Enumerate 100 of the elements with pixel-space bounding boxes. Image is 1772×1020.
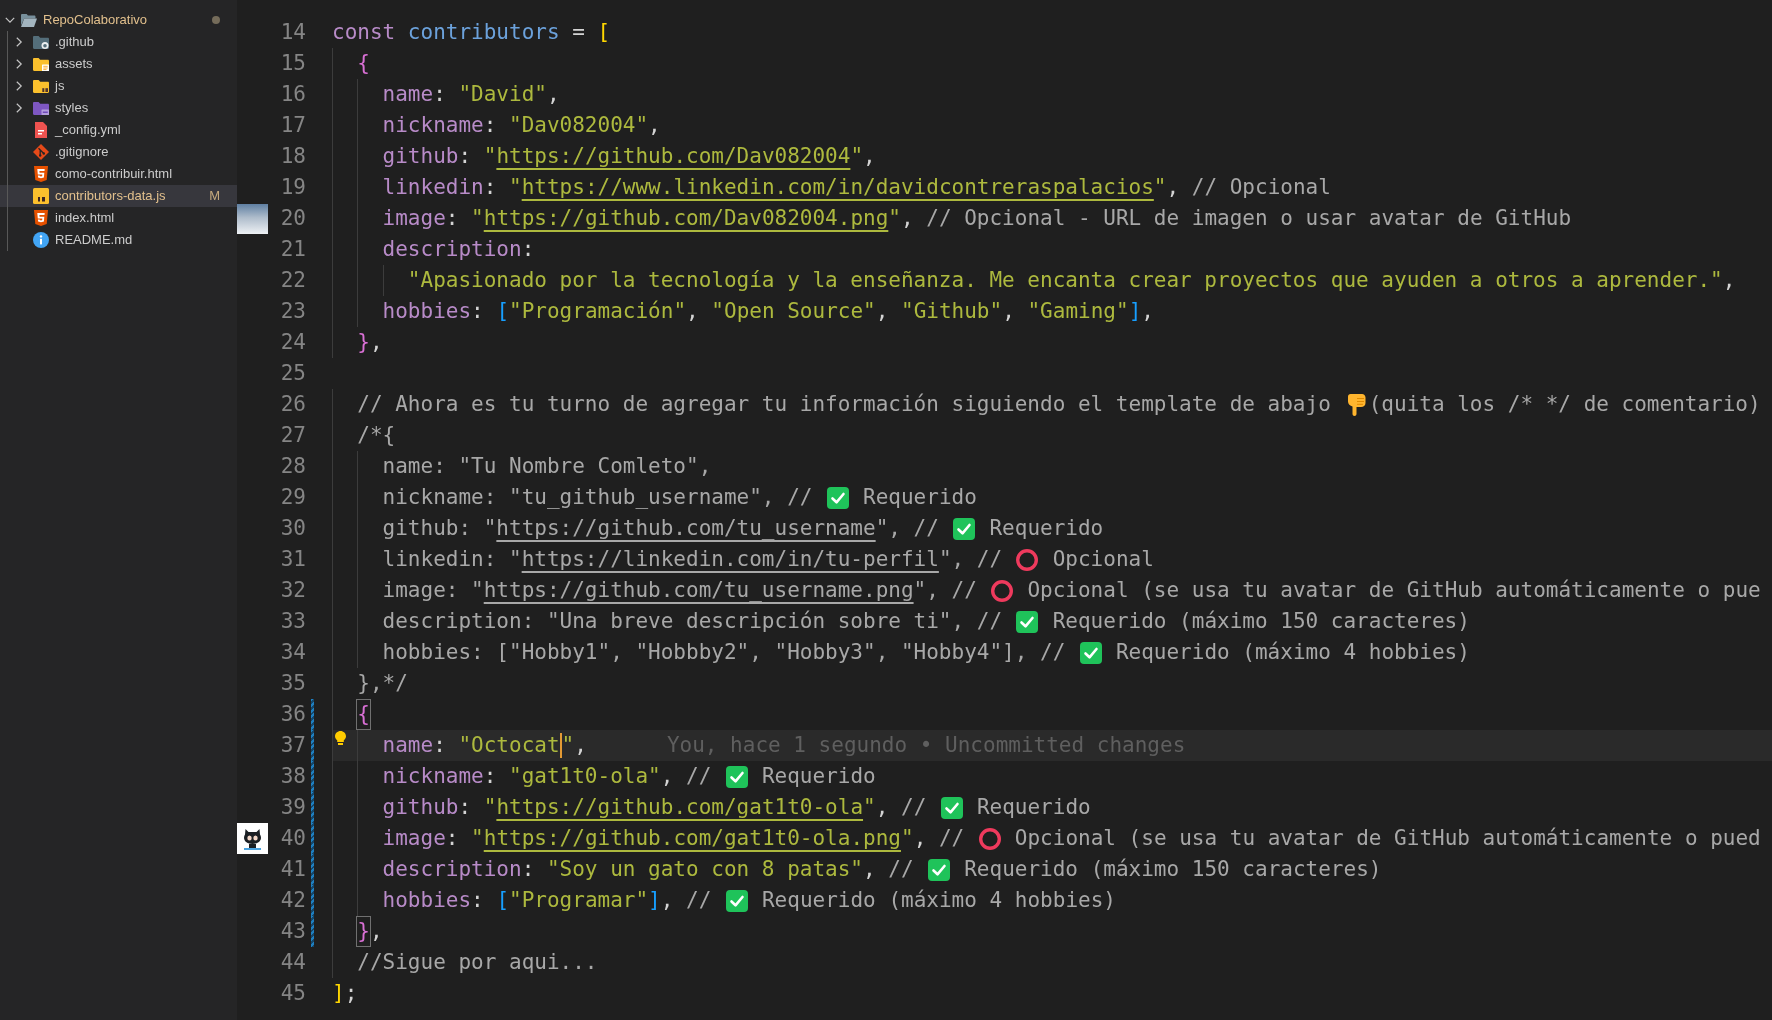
code-text: name: "Tu Nombre Comleto", [382,453,712,480]
line-number: 37 [280,732,306,759]
hand-pointing-down-icon [1345,393,1368,416]
code-text: ", // [938,546,1003,573]
line-number: 18 [280,143,306,170]
code-text: Requerido [863,484,977,511]
check-icon [940,796,963,819]
line-number: 28 [280,453,306,480]
code-text: linkedin: " [382,546,522,573]
code-text: },*/ [357,670,408,697]
url-link[interactable]: https://github.com/Dav082004.png [483,203,889,234]
line-number: 35 [280,670,306,697]
code-text: Opcional [1052,546,1154,573]
code-text: (quita los /* */ de comentario) [1368,391,1761,418]
line-number: 30 [280,515,306,542]
check-icon [1016,610,1039,633]
tree-item[interactable]: js [0,75,237,97]
line-number: 14 [280,19,306,46]
code-text: github: " [382,794,497,821]
code-text: //Sigue por aqui... [357,949,598,976]
code-text: hobbies: ["Programar"], // [382,887,712,914]
tree-item[interactable]: .github [0,31,237,53]
code-text: // Ahora es tu turno de agregar tu información siguiendo el template de abajo [357,391,1331,418]
document-icon [34,122,47,138]
git-status-letter: M [209,187,220,206]
code-text: }, [357,916,383,947]
code-text: ]; [332,980,358,1007]
code-text: Requerido (máximo 4 hobbies) [1115,639,1470,666]
chevron-right-icon[interactable] [14,103,24,113]
code-text: ", // [900,825,965,852]
code-text: name: "Octocat [382,732,560,759]
chevron-right-icon[interactable] [14,37,24,47]
folder-icon [32,57,49,71]
code-text: nickname: "tu_github_username", // [382,484,813,511]
chevron-down-icon[interactable] [5,15,15,25]
line-number: 32 [280,577,306,604]
code-text: { [357,699,370,730]
code-text: ", [850,143,876,170]
chevron-right-icon[interactable] [14,81,24,91]
code-text: github: " [382,143,497,170]
tree-item[interactable]: assets [0,53,237,75]
line-number: 20 [280,205,306,232]
line-number: 34 [280,639,306,666]
lightbulb-icon[interactable] [335,731,346,745]
line-number: 15 [280,50,306,77]
line-number: 26 [280,391,306,418]
info-icon [32,232,49,248]
url-link[interactable]: https://github.com/Dav082004 [496,141,851,172]
url-link[interactable]: https://github.com/gat1t0-ola.png [483,823,901,854]
check-icon [927,858,950,881]
tree-item[interactable]: README.md [0,229,237,251]
code-text: hobbies: ["Hobby1", "Hobbby2", "Hobby3", "Hobby4"], // [382,639,1066,666]
code-text: hobbies: ["Programación", "Open Source", "Github", "Gaming"], [382,298,1154,325]
code-text: Requerido [761,763,876,790]
line-number: 23 [280,298,306,325]
url-link[interactable]: https://github.com/tu_username.png [483,575,914,606]
code-text: name: "David", [382,81,560,108]
url-link[interactable]: https://github.com/tu_username [496,513,876,544]
check-icon [725,889,748,912]
line-number: 22 [280,267,306,294]
tree-item[interactable]: index.html [0,207,237,229]
code-text: Requerido (máximo 150 caracteres) [1052,608,1470,635]
folder-icon [32,35,49,49]
url-link[interactable]: https://www.linkedin.com/in/davidcontreraspalacios [521,172,1154,203]
code-text: Requerido [989,515,1104,542]
tree-item[interactable]: como-contribuir.html [0,163,237,185]
branch-diamond-icon [32,144,49,160]
text-cursor [559,733,562,758]
code-text: image: " [382,825,484,852]
url-link[interactable]: https://github.com/gat1t0-ola [496,792,864,823]
code-text: Requerido [976,794,1091,821]
line-number: 27 [280,422,306,449]
ring-icon [1016,548,1039,571]
line-number: 17 [280,112,306,139]
code-text: { [357,50,370,77]
line-number: 19 [280,174,306,201]
line-number: 44 [280,949,306,976]
folder-icon [32,101,49,115]
code-text: "Apasionado por la tecnología y la enseñanza. Me encanta crear proyectos que ayuden a otros a aprender.", [407,267,1736,294]
tree-item[interactable]: contributors-data.js M [0,185,237,207]
chevron-right-icon[interactable] [14,59,24,69]
code-text: image: " [382,577,484,604]
code-text: description: "Una breve descripción sobre ti", // [382,608,1003,635]
ring-icon [978,827,1001,850]
code-text: nickname: "gat1t0-ola", // [382,763,712,790]
line-number: 24 [280,329,306,356]
file-tile-icon [32,188,49,204]
line-number: 40 [280,825,306,852]
tree-item[interactable]: styles [0,97,237,119]
line-number: 25 [280,360,306,387]
tree-item[interactable]: RepoColaborativo [0,9,237,31]
shield-icon [33,210,48,226]
code-text: description: [382,236,535,263]
url-link[interactable]: https://linkedin.com/in/tu-perfil [521,544,939,575]
tree-item[interactable]: _config.yml [0,119,237,141]
folder-icon [32,79,49,93]
tree-item[interactable]: .gitignore [0,141,237,163]
line-number: 42 [280,887,306,914]
line-number: 31 [280,546,306,573]
line-number: 45 [280,980,306,1007]
